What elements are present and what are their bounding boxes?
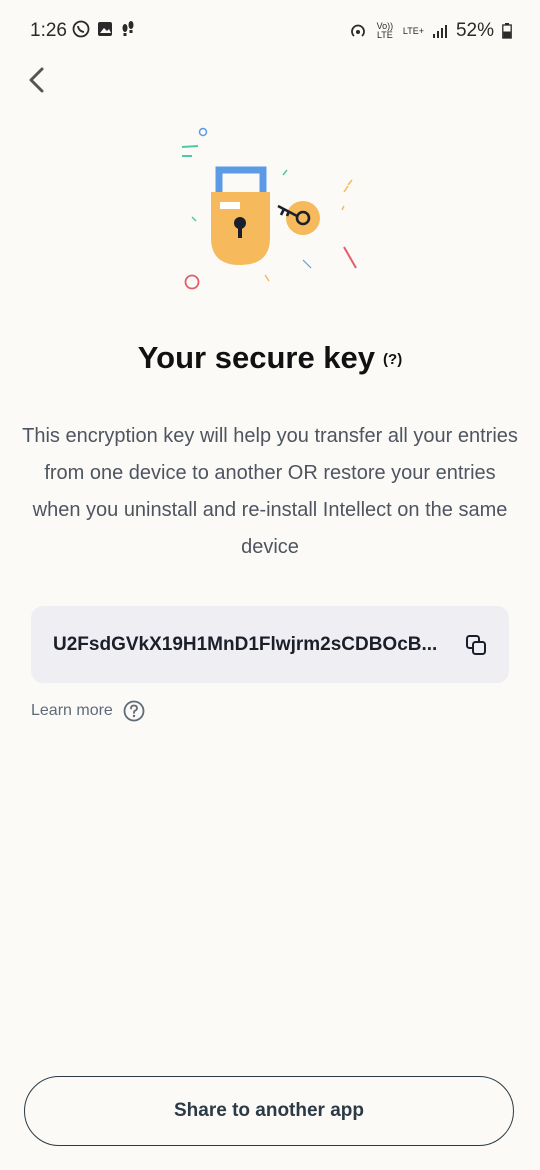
battery-icon (502, 23, 512, 39)
back-button[interactable] (24, 64, 52, 96)
status-bar: 1:26 Vo)) LTE LTE+ 52% (0, 0, 540, 62)
signal-icon (432, 25, 447, 38)
gallery-icon (98, 22, 112, 36)
learn-more-link[interactable]: Learn more (31, 700, 145, 722)
share-to-app-button[interactable]: Share to another app (24, 1076, 514, 1146)
help-circle-icon (123, 700, 145, 722)
copy-icon (466, 635, 486, 655)
page-title: Your secure key (?) (0, 340, 540, 376)
volte-indicator: Vo)) LTE (376, 21, 394, 40)
title-help-button[interactable]: (?) (383, 351, 402, 368)
network-type: LTE+ (402, 25, 424, 36)
system-status: Vo)) LTE LTE+ 52% (349, 20, 512, 42)
battery-percent: 52% (455, 20, 494, 41)
encryption-key-box: U2FsdGVkX19H1MnD1Flwjrm2sCDBOcB... (31, 606, 509, 683)
page-title-text: Your secure key (137, 340, 376, 375)
whatsapp-icon (72, 20, 90, 38)
encryption-key-value: U2FsdGVkX19H1MnD1Flwjrm2sCDBOcB... (53, 634, 438, 655)
copy-key-button[interactable] (465, 634, 487, 656)
hotspot-icon (351, 24, 365, 37)
status-time: 1:26 (30, 20, 67, 41)
chevron-left-icon (29, 67, 44, 93)
steps-icon (122, 21, 134, 36)
notification-icons (72, 20, 136, 38)
description-text: This encryption key will help you transf… (22, 425, 518, 558)
learn-more-label: Learn more (31, 702, 113, 719)
lock-key-illustration (181, 127, 357, 290)
